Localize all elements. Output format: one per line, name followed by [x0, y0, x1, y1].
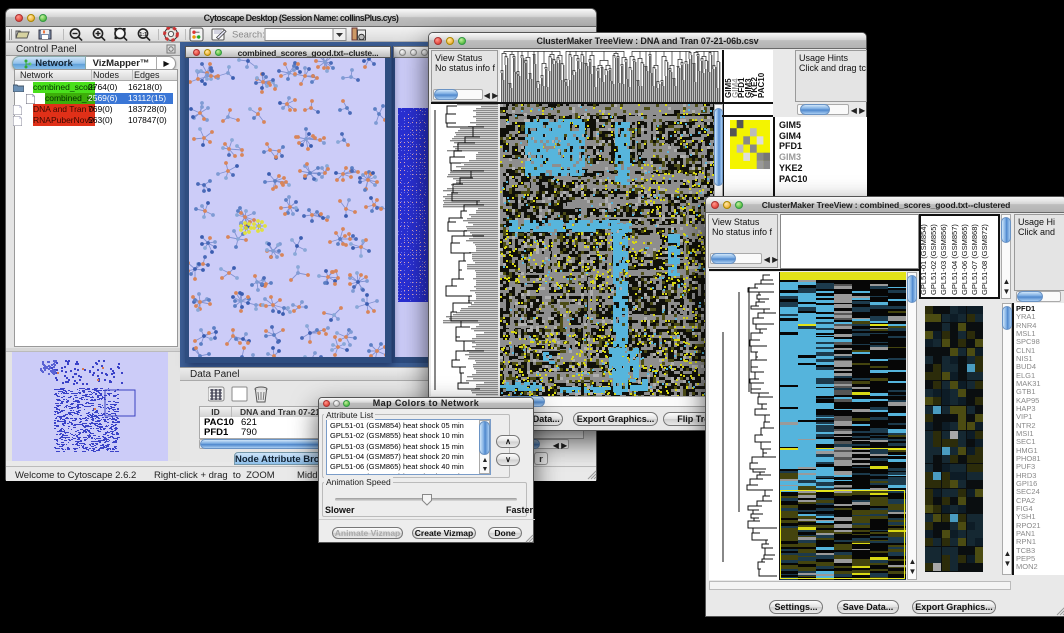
svg-text:1:1: 1:1 — [139, 32, 147, 38]
svg-text:Search:: Search: — [232, 30, 265, 41]
